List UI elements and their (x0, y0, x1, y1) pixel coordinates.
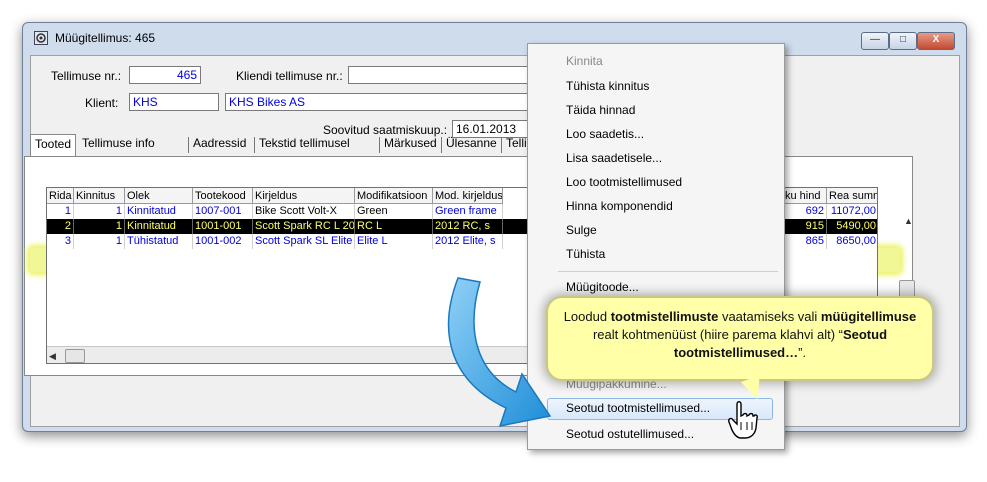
tab-tellimuse-info[interactable]: Tellimuse info (82, 136, 155, 150)
menu-separator (558, 271, 778, 272)
close-button[interactable]: X (917, 32, 955, 50)
instruction-callout: Loodud tootmistellimuste vaatamiseks val… (546, 296, 934, 381)
cell-hind: 692 (783, 204, 827, 219)
callout-text-part: ”. (798, 345, 807, 360)
column-header-modifikatsioon[interactable]: Modifikatsioon (355, 188, 433, 204)
scrollbar-thumb[interactable] (65, 349, 85, 363)
tab-tekstid-tellimusel[interactable]: Tekstid tellimusel (259, 136, 350, 150)
cell-rida: 1 (47, 204, 74, 219)
cell-kinnitus: 1 (74, 234, 125, 249)
menu-item-seotud-ostutellimused[interactable]: Seotud ostutellimused... (566, 427, 694, 441)
column-header-rea-summa[interactable]: Rea summa (827, 188, 877, 204)
column-header-mod-kirjeldus[interactable]: Mod. kirjeldus (433, 188, 503, 204)
tab-separator (501, 137, 502, 153)
tab-markused[interactable]: Märkused (384, 136, 437, 150)
cell-olek: Tühistatud (125, 234, 193, 249)
cell-kirjeldus: Scott Spark RC L 2012 (255, 219, 355, 234)
client-order-number-label: Kliendi tellimuse nr.: (236, 69, 343, 83)
cell-kinnitus: 1 (74, 204, 125, 219)
scroll-up-icon[interactable]: ▲ (904, 216, 913, 226)
cell-rea-summa: 8650,00 (827, 234, 877, 249)
tab-separator (379, 137, 380, 153)
menu-item-tuhista-kinnitus[interactable]: Tühista kinnitus (566, 79, 649, 93)
cell-tootekood: 1007-001 (193, 204, 253, 219)
menu-item-kinnita[interactable]: Kinnita (566, 54, 603, 68)
tab-tooted[interactable]: Tooted (30, 134, 77, 156)
window-title: Müügitellimus: 465 (55, 31, 156, 45)
minimize-button[interactable]: — (861, 32, 889, 50)
column-header-hind[interactable]: ku hind (783, 188, 827, 204)
menu-item-muugitoode[interactable]: Müügitoode... (566, 280, 639, 294)
callout-text-part: Loodud (563, 309, 611, 324)
column-header-olek[interactable]: Olek (125, 188, 193, 204)
cell-olek: Kinnitatud (125, 219, 193, 234)
tab-separator (254, 137, 255, 153)
column-header-kinnitus[interactable]: Kinnitus (74, 188, 125, 204)
tab-separator (188, 137, 189, 153)
cell-mod-kirjeldus: 2012 RC, s (433, 219, 503, 234)
cell-rida: 3 (47, 234, 74, 249)
delivery-date-label: Soovitud saatmiskuup.: (323, 123, 448, 137)
cell-kirjeldus: Scott Spark SL Elite (253, 234, 355, 249)
cell-modifikatsioon: Elite L (355, 234, 433, 249)
cell-rida: 2 (47, 219, 74, 234)
column-header-rida[interactable]: Rida (47, 188, 74, 204)
cell-kinnitus: 1 (74, 219, 125, 234)
cell-tootekood: 1001-002 (193, 234, 253, 249)
menu-item-taida-hinnad[interactable]: Täida hinnad (566, 103, 635, 117)
menu-item-sulge[interactable]: Sulge (566, 223, 597, 237)
order-number-field[interactable]: 465 (129, 66, 201, 84)
cell-mod-kirjeldus: 2012 Elite, s (433, 234, 503, 249)
callout-text-part: realt kohtmenüüst (hiire parema klahvi a… (592, 327, 843, 342)
callout-bold-term: tootmistellimuste (610, 309, 719, 324)
callout-text: Loodud tootmistellimuste vaatamiseks val… (560, 308, 920, 362)
cell-modifikatsioon: Green (355, 204, 433, 219)
cell-tootekood: 1001-001 (193, 219, 253, 234)
client-name-field[interactable]: KHS Bikes AS (225, 93, 528, 111)
maximize-button[interactable]: □ (889, 32, 917, 50)
callout-bold-term: müügitellimuse (820, 309, 917, 324)
menu-item-seotud-tootmistellimused[interactable]: Seotud tootmistellimused... (566, 401, 710, 415)
cell-hind: 915 (783, 219, 827, 234)
cell-hind: 865 (783, 234, 827, 249)
cell-modifikatsioon: RC L (355, 219, 433, 234)
order-number-label: Tellimuse nr.: (51, 69, 122, 83)
callout-text-part: vaatamiseks vali (718, 309, 821, 324)
hand-cursor-icon (728, 400, 758, 440)
cell-olek: Kinnitatud (125, 204, 193, 219)
title-bar[interactable]: Müügitellimus: 465 — □ X (23, 23, 966, 51)
column-header-tootekood[interactable]: Tootekood (193, 188, 253, 204)
app-icon (34, 31, 48, 45)
cell-mod-kirjeldus: Green frame (433, 204, 503, 219)
cell-kirjeldus: Bike Scott Volt-X (253, 204, 355, 219)
menu-item-lisa-saadetisele[interactable]: Lisa saadetisele... (566, 151, 662, 165)
client-order-number-field[interactable] (348, 66, 528, 84)
cell-rea-summa: 11072,00 (827, 204, 877, 219)
menu-item-hinna-komponendid[interactable]: Hinna komponendid (566, 199, 673, 213)
tab-ulesanne[interactable]: Ülesanne (446, 136, 497, 150)
cell-rea-summa: 5490,00 (827, 219, 877, 234)
client-label: Klient: (85, 96, 119, 110)
menu-item-loo-tootmistellimused[interactable]: Loo tootmistellimused (566, 175, 682, 189)
column-header-kirjeldus[interactable]: Kirjeldus (253, 188, 355, 204)
menu-item-tuhista[interactable]: Tühista (566, 247, 605, 261)
pointer-arrow-icon (418, 270, 558, 440)
tab-aadressid[interactable]: Aadressid (193, 136, 246, 150)
client-code-field[interactable]: KHS (129, 93, 219, 111)
menu-item-loo-saadetis[interactable]: Loo saadetis... (566, 127, 644, 141)
scroll-left-icon[interactable]: ◀ (49, 351, 56, 362)
tab-separator (441, 137, 442, 153)
